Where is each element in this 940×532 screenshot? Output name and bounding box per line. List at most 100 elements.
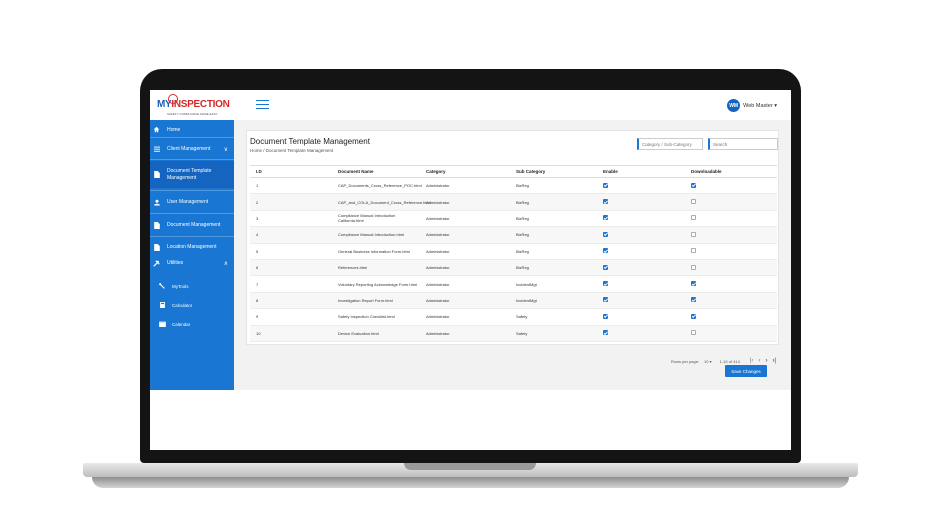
- sidebar-item-utilities[interactable]: Utilities ∧: [150, 256, 234, 270]
- enable-checkbox-cell: [603, 330, 691, 336]
- menu-toggle-icon[interactable]: [256, 100, 269, 109]
- enable-checkbox[interactable]: [603, 199, 608, 205]
- row-category: Administrator: [426, 248, 450, 254]
- table-row: 9 Safety Inspection Checklist.html Adminis…: [250, 309, 777, 326]
- table-row: 2 CAP_and_COLA_Document_Cross_Reference.h…: [250, 194, 777, 211]
- rows-per-page-select[interactable]: 10 ▾: [704, 359, 712, 364]
- document-icon: [152, 221, 161, 229]
- sidebar-item-home[interactable]: Home: [150, 123, 234, 136]
- search-input[interactable]: [708, 138, 778, 150]
- enable-checkbox[interactable]: [603, 313, 608, 319]
- downloadable-checkbox-cell: [691, 215, 777, 221]
- laptop-base-underside: [92, 477, 849, 488]
- header-downloadable[interactable]: Downloadable: [691, 169, 777, 174]
- header-category[interactable]: Category: [426, 169, 516, 174]
- downloadable-checkbox[interactable]: [691, 281, 696, 287]
- downloadable-checkbox[interactable]: [691, 330, 696, 336]
- row-category: Administrator: [426, 183, 450, 189]
- table-body: 1 CAP_Documents_Cross_Reference_POC.html A…: [250, 178, 777, 342]
- list-icon: [152, 146, 161, 152]
- downloadable-checkbox[interactable]: [691, 182, 696, 188]
- row-category: Administrator: [426, 297, 450, 303]
- header-id[interactable]: I.D: [250, 169, 338, 174]
- home-icon: [152, 126, 161, 133]
- enable-checkbox[interactable]: [603, 231, 608, 237]
- row-sub-category: BizReg: [516, 265, 529, 271]
- sidebar-subitem-mytools[interactable]: MyTools: [158, 283, 189, 289]
- pagination: Rows per page: 10 ▾ 1-10 of 414 |‹ ‹ › ›…: [235, 358, 776, 364]
- row-document-name: Device Evaluation.html: [338, 330, 379, 336]
- template-card: Document Template Management Home / Docu…: [246, 130, 779, 364]
- enable-checkbox[interactable]: [603, 330, 608, 336]
- sidebar-item-document-management[interactable]: Document Management: [150, 217, 234, 233]
- downloadable-checkbox[interactable]: [691, 248, 696, 254]
- main-content: Document Template Management Home / Docu…: [234, 120, 791, 390]
- downloadable-checkbox[interactable]: [691, 297, 696, 303]
- downloadable-checkbox[interactable]: [691, 231, 696, 237]
- header-enable[interactable]: Enable: [603, 169, 691, 174]
- table-row: 3 Compliance Manual Introduction Californ…: [250, 211, 777, 228]
- table-row: 6 References.html Administrator BizReg: [250, 259, 777, 277]
- sidebar-divider: [150, 236, 234, 237]
- enable-checkbox[interactable]: [603, 182, 608, 188]
- sidebar-item-location-management[interactable]: Location Management: [150, 239, 234, 255]
- header-sub-category[interactable]: Sub Category: [516, 169, 603, 174]
- downloadable-checkbox-cell: [691, 297, 777, 303]
- enable-checkbox-cell: [603, 313, 691, 320]
- save-changes-button[interactable]: Save Changes: [725, 365, 767, 377]
- sidebar-divider: [150, 213, 234, 214]
- row-category: Administrator: [426, 215, 450, 221]
- sidebar-item-document-template-management[interactable]: Document Template Management: [150, 161, 234, 188]
- tools-icon: [152, 259, 161, 267]
- downloadable-checkbox-cell: [691, 330, 777, 336]
- enable-checkbox[interactable]: [603, 215, 608, 221]
- row-id: 10: [256, 330, 261, 336]
- row-sub-category: IncidentMgt: [516, 281, 537, 287]
- breadcrumb[interactable]: Home / Document Template Management: [250, 148, 333, 153]
- category-filter-select[interactable]: Category / Sub-Category: [637, 138, 703, 150]
- row-id: 4: [256, 232, 259, 238]
- sidebar-item-client-management[interactable]: Client Management ∨: [150, 141, 234, 157]
- header-document-name[interactable]: Document Name: [338, 169, 426, 175]
- downloadable-checkbox-cell: [691, 199, 777, 205]
- enable-checkbox[interactable]: [603, 248, 608, 254]
- calculator-icon: [158, 302, 166, 308]
- last-page-icon[interactable]: ›|: [772, 358, 776, 364]
- row-sub-category: BizReg: [516, 215, 529, 221]
- downloadable-checkbox[interactable]: [691, 215, 696, 221]
- first-page-icon[interactable]: |‹: [750, 358, 754, 364]
- sidebar-item-user-management[interactable]: User Management: [150, 194, 234, 210]
- row-document-name: Investigation Report Form.html: [338, 297, 393, 303]
- enable-checkbox-cell: [603, 199, 691, 205]
- enable-checkbox-cell: [603, 248, 691, 254]
- page-title: Document Template Management: [250, 137, 370, 146]
- downloadable-checkbox-cell: [691, 231, 777, 238]
- enable-checkbox[interactable]: [603, 264, 608, 270]
- user-menu[interactable]: WM Web Master ▾: [727, 99, 777, 112]
- sidebar-divider: [150, 137, 234, 138]
- row-sub-category: Safety: [516, 330, 528, 336]
- row-sub-category: BizReg: [516, 183, 529, 189]
- downloadable-checkbox[interactable]: [691, 313, 696, 319]
- sidebar-subitem-calculator[interactable]: Calculator: [158, 302, 192, 308]
- downloadable-checkbox[interactable]: [691, 264, 696, 270]
- row-document-name: Compliance Manual Introduction Californi…: [338, 213, 396, 224]
- enable-checkbox[interactable]: [603, 297, 608, 303]
- table-header: I.D Document Name Category Sub Category …: [250, 166, 777, 178]
- row-id: 9: [256, 314, 259, 320]
- sidebar: Home Client Management ∨ Document Templa…: [150, 120, 234, 390]
- logo-mascot-icon: [168, 94, 178, 104]
- enable-checkbox-cell: [603, 264, 691, 271]
- row-sub-category: Safety: [516, 314, 528, 320]
- table-row: 10 Device Evaluation.html Administrator Saf…: [250, 325, 777, 342]
- row-document-name: CAP_Documents_Cross_Reference_POC.html: [338, 183, 422, 189]
- sidebar-divider: [150, 190, 234, 191]
- prev-page-icon[interactable]: ‹: [758, 358, 760, 364]
- enable-checkbox[interactable]: [603, 281, 608, 287]
- row-document-name: References.html: [338, 265, 368, 271]
- next-page-icon[interactable]: ›: [765, 358, 767, 364]
- sidebar-subitem-calendar[interactable]: Calendar: [158, 321, 190, 327]
- row-category: Administrator: [426, 232, 450, 238]
- downloadable-checkbox[interactable]: [691, 199, 696, 205]
- row-category: Administrator: [426, 199, 450, 205]
